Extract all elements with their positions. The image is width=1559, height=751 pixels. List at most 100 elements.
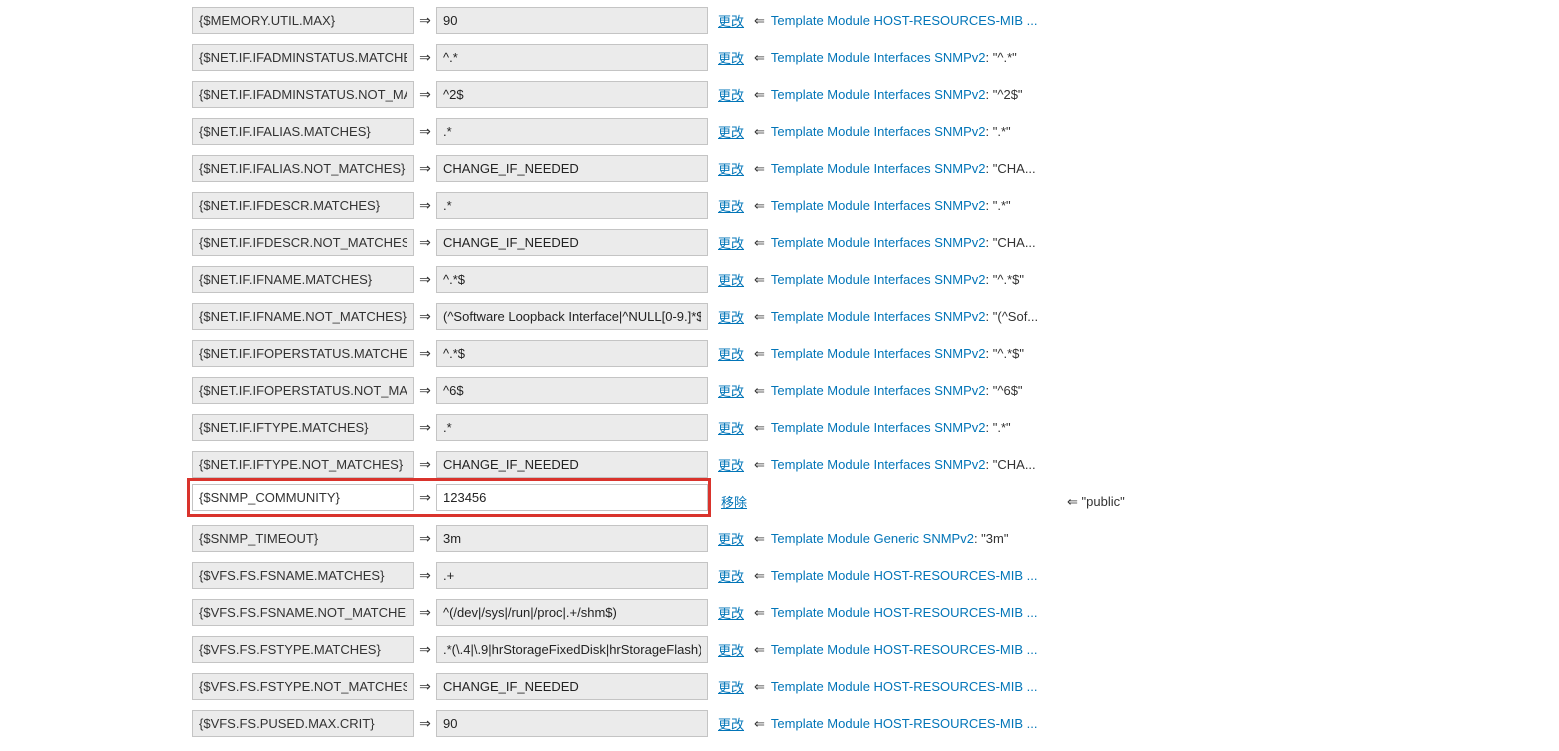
template-link[interactable]: Template Module Interfaces SNMPv2 — [771, 457, 986, 472]
template-source: Template Module Interfaces SNMPv2: "^.*$… — [771, 346, 1047, 361]
change-link[interactable]: 更改 — [718, 307, 744, 326]
arrow-right-icon: ⇒ — [414, 234, 436, 251]
arrow-right-icon: ⇒ — [414, 489, 436, 506]
macro-value-input — [436, 303, 708, 330]
template-link[interactable]: Template Module Interfaces SNMPv2 — [771, 50, 986, 65]
macro-row: ⇒更改⇐Template Module HOST-RESOURCES-MIB .… — [192, 561, 1559, 590]
change-link[interactable]: 更改 — [718, 677, 744, 696]
arrow-left-icon: ⇐ — [754, 346, 765, 362]
macro-row: ⇒更改⇐Template Module HOST-RESOURCES-MIB .… — [192, 635, 1559, 664]
template-link[interactable]: Template Module Interfaces SNMPv2 — [771, 272, 986, 287]
template-link[interactable]: Template Module HOST-RESOURCES-MIB ... — [771, 13, 1038, 28]
change-link[interactable]: 更改 — [718, 714, 744, 733]
change-link[interactable]: 更改 — [718, 566, 744, 585]
template-link[interactable]: Template Module Interfaces SNMPv2 — [771, 198, 986, 213]
highlight-annotation: ⇒ — [187, 478, 711, 517]
macro-row: ⇒更改⇐Template Module Interfaces SNMPv2: "… — [192, 450, 1559, 479]
arrow-left-icon: ⇐ — [754, 309, 765, 325]
template-link[interactable]: Template Module Interfaces SNMPv2 — [771, 161, 986, 176]
arrow-left-icon: ⇐ — [754, 716, 765, 732]
change-link[interactable]: 更改 — [718, 196, 744, 215]
arrow-right-icon: ⇒ — [414, 345, 436, 362]
change-link[interactable]: 更改 — [718, 381, 744, 400]
arrow-left-icon: ⇐ — [754, 383, 765, 399]
template-link[interactable]: Template Module Interfaces SNMPv2 — [771, 420, 986, 435]
macro-row: ⇒更改⇐Template Module Interfaces SNMPv2: "… — [192, 43, 1559, 72]
template-link[interactable]: Template Module Generic SNMPv2 — [771, 531, 974, 546]
arrow-left-icon: ⇐ — [754, 13, 765, 29]
template-source: Template Module Interfaces SNMPv2: "^2$" — [771, 87, 1047, 102]
change-link[interactable]: 更改 — [718, 344, 744, 363]
template-source: Template Module HOST-RESOURCES-MIB ... — [771, 642, 1047, 657]
macro-row: ⇒更改⇐Template Module Interfaces SNMPv2: "… — [192, 376, 1559, 405]
macro-name-input — [192, 192, 414, 219]
change-link[interactable]: 更改 — [718, 85, 744, 104]
inherited-value: : "(^Sof... — [986, 309, 1039, 324]
arrow-right-icon: ⇒ — [414, 123, 436, 140]
macro-row: ⇒更改⇐Template Module Interfaces SNMPv2: "… — [192, 302, 1559, 331]
change-link[interactable]: 更改 — [718, 122, 744, 141]
arrow-left-icon: ⇐ — [754, 568, 765, 584]
macro-name-input — [192, 636, 414, 663]
change-link[interactable]: 更改 — [718, 233, 744, 252]
template-link[interactable]: Template Module Interfaces SNMPv2 — [771, 124, 986, 139]
template-source: Template Module Interfaces SNMPv2: "^.*" — [771, 50, 1047, 65]
arrow-left-icon: ⇐ — [754, 531, 765, 547]
macro-value-input — [436, 562, 708, 589]
template-link[interactable]: Template Module HOST-RESOURCES-MIB ... — [771, 605, 1038, 620]
change-link[interactable]: 更改 — [718, 11, 744, 30]
macro-name-input — [192, 414, 414, 441]
inherited-value: : "^6$" — [986, 383, 1023, 398]
arrow-right-icon: ⇒ — [414, 641, 436, 658]
change-link[interactable]: 更改 — [718, 640, 744, 659]
template-source: Template Module HOST-RESOURCES-MIB ... — [771, 679, 1047, 694]
macro-name-input — [192, 303, 414, 330]
macro-name-input[interactable] — [192, 484, 414, 511]
template-source: Template Module HOST-RESOURCES-MIB ... — [771, 13, 1047, 28]
macro-value-input — [436, 118, 708, 145]
macro-row: ⇒ 更改 ⇐ Template Module Interfaces SNMPv2: "… — [192, 339, 1559, 368]
template-link[interactable]: Template Module HOST-RESOURCES-MIB ... — [771, 716, 1038, 731]
arrow-right-icon: ⇒ — [414, 160, 436, 177]
arrow-left-icon: ⇐ — [754, 124, 765, 140]
macro-row: ⇒更改⇐Template Module HOST-RESOURCES-MIB .… — [192, 598, 1559, 627]
macro-value-input — [436, 451, 708, 478]
change-link[interactable]: 更改 — [718, 159, 744, 178]
change-link[interactable]: 更改 — [718, 455, 744, 474]
macro-value-input — [436, 192, 708, 219]
template-link[interactable]: Template Module HOST-RESOURCES-MIB ... — [771, 568, 1038, 583]
change-link[interactable]: 更改 — [718, 48, 744, 67]
remove-link[interactable]: 移除 — [721, 492, 747, 511]
inherited-value: : "^2$" — [986, 87, 1023, 102]
template-link[interactable]: Template Module Interfaces SNMPv2 — [771, 346, 986, 361]
macro-name-input — [192, 451, 414, 478]
template-link[interactable]: Template Module HOST-RESOURCES-MIB ... — [771, 642, 1038, 657]
macro-row: ⇒更改⇐Template Module HOST-RESOURCES-MIB .… — [192, 672, 1559, 701]
macro-row: ⇒更改⇐Template Module Generic SNMPv2: "3m" — [192, 524, 1559, 553]
macro-value-input — [436, 673, 708, 700]
macro-row: ⇒更改⇐Template Module Interfaces SNMPv2: "… — [192, 154, 1559, 183]
arrow-right-icon: ⇒ — [414, 530, 436, 547]
arrow-right-icon: ⇒ — [414, 271, 436, 288]
template-link[interactable]: Template Module Interfaces SNMPv2 — [771, 235, 986, 250]
change-link[interactable]: 更改 — [718, 529, 744, 548]
macro-value-input — [436, 229, 708, 256]
macro-name-input — [192, 673, 414, 700]
template-link[interactable]: Template Module Interfaces SNMPv2 — [771, 309, 986, 324]
arrow-right-icon: ⇒ — [414, 49, 436, 66]
macro-name-input — [192, 44, 414, 71]
macro-value-input — [436, 414, 708, 441]
macro-row: ⇒更改⇐Template Module HOST-RESOURCES-MIB .… — [192, 709, 1559, 738]
change-link[interactable]: 更改 — [718, 270, 744, 289]
template-link[interactable]: Template Module Interfaces SNMPv2 — [771, 383, 986, 398]
macro-name-input — [192, 266, 414, 293]
change-link[interactable]: 更改 — [718, 418, 744, 437]
arrow-left-icon: ⇐ — [754, 420, 765, 436]
macro-value-input — [436, 710, 708, 737]
arrow-left-icon: ⇐ — [754, 457, 765, 473]
template-link[interactable]: Template Module HOST-RESOURCES-MIB ... — [771, 679, 1038, 694]
inherited-value: : ".*" — [986, 124, 1011, 139]
change-link[interactable]: 更改 — [718, 603, 744, 622]
macro-value-input[interactable] — [436, 484, 708, 511]
template-link[interactable]: Template Module Interfaces SNMPv2 — [771, 87, 986, 102]
